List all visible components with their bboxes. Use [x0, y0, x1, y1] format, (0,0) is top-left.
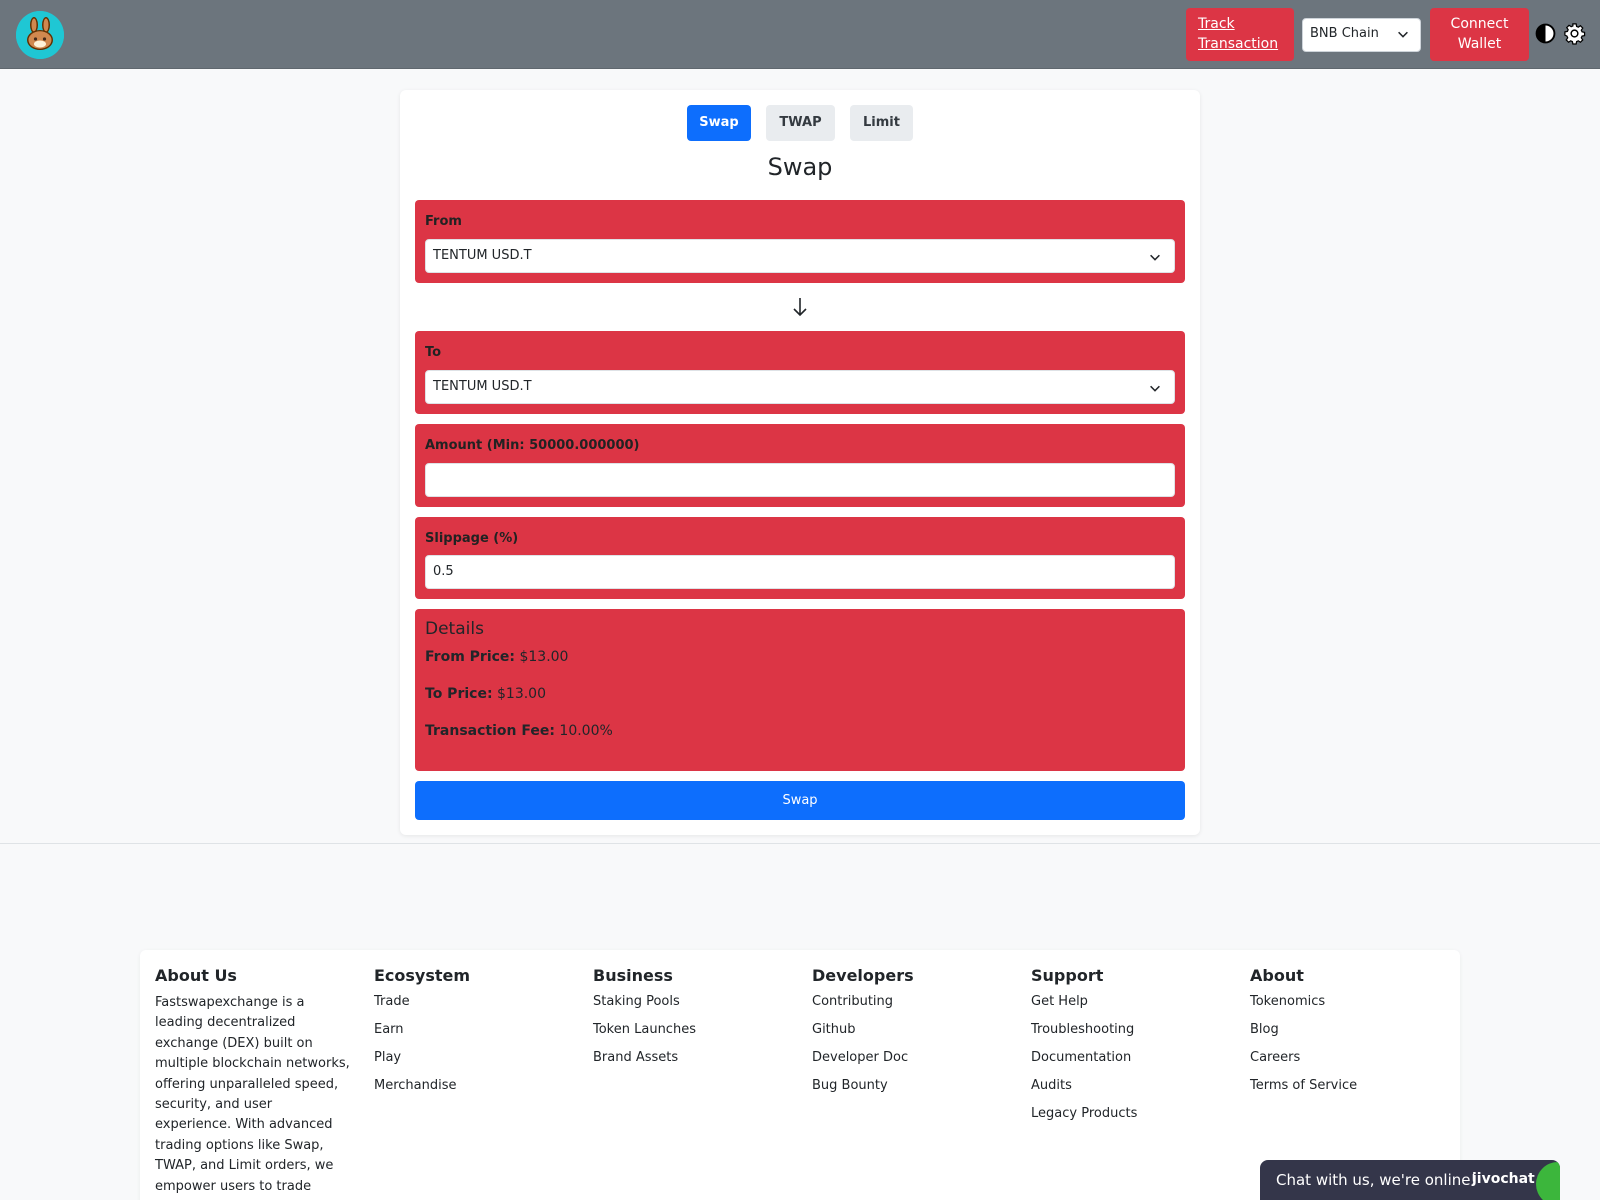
footer-support: Support Get Help Troubleshooting Documen…: [1031, 966, 1137, 1133]
footer-business-title: Business: [593, 966, 673, 985]
bunny-logo-icon[interactable]: [16, 11, 64, 59]
footer-link-github[interactable]: Github: [812, 1021, 914, 1049]
tab-limit[interactable]: Limit: [850, 105, 913, 141]
amount-panel: Amount (Min: 50000.000000): [415, 424, 1185, 507]
page-title: Swap: [767, 153, 833, 181]
footer-link-staking-pools[interactable]: Staking Pools: [593, 993, 696, 1021]
from-label: From: [425, 214, 462, 229]
details-title: Details: [425, 619, 484, 639]
to-token-select[interactable]: TENTUM USD.T: [425, 370, 1175, 404]
track-transaction-line-1: Track: [1198, 16, 1235, 32]
swap-card: Swap TWAP Limit Swap From TENTUM USD.T T…: [400, 90, 1200, 835]
fee-value: 10.00%: [559, 723, 613, 739]
swap-submit-button[interactable]: Swap: [415, 781, 1185, 820]
fee-row: Transaction Fee: 10.00%: [425, 723, 613, 739]
chain-select[interactable]: BNB Chain: [1302, 18, 1421, 52]
footer-link-troubleshooting[interactable]: Troubleshooting: [1031, 1021, 1137, 1049]
to-price-row: To Price: $13.00: [425, 686, 546, 702]
footer-business: Business Staking Pools Token Launches Br…: [593, 966, 696, 1077]
footer-link-token-launches[interactable]: Token Launches: [593, 1021, 696, 1049]
footer-link-blog[interactable]: Blog: [1250, 1021, 1357, 1049]
from-token-value: TENTUM USD.T: [433, 248, 532, 263]
to-token-value: TENTUM USD.T: [433, 379, 532, 394]
footer-about: About Tokenomics Blog Careers Terms of S…: [1250, 966, 1357, 1105]
section-divider: [0, 843, 1600, 844]
from-price-value: $13.00: [519, 649, 569, 665]
chevron-down-icon: [1150, 385, 1160, 392]
footer-link-earn[interactable]: Earn: [374, 1021, 470, 1049]
top-navbar: Track Transaction BNB Chain Connect Wall…: [0, 0, 1600, 69]
details-panel: Details From Price: $13.00 To Price: $13…: [415, 609, 1185, 771]
footer-link-merchandise[interactable]: Merchandise: [374, 1077, 470, 1105]
footer-link-contributing[interactable]: Contributing: [812, 993, 914, 1021]
to-price-value: $13.00: [497, 686, 546, 702]
chat-widget[interactable]: Chat with us, we're online! jivochat: [1260, 1160, 1560, 1200]
footer-link-audits[interactable]: Audits: [1031, 1077, 1137, 1105]
footer-about-us-title: About Us: [155, 966, 237, 985]
footer-support-title: Support: [1031, 966, 1104, 985]
theme-toggle-icon[interactable]: [1535, 23, 1556, 44]
from-token-select[interactable]: TENTUM USD.T: [425, 239, 1175, 273]
tab-swap[interactable]: Swap: [687, 105, 751, 141]
chat-status-icon: [1536, 1162, 1560, 1200]
footer-link-developer-doc[interactable]: Developer Doc: [812, 1049, 914, 1077]
fee-label: Transaction Fee:: [425, 723, 555, 739]
footer-link-documentation[interactable]: Documentation: [1031, 1049, 1137, 1077]
footer-developers: Developers Contributing Github Developer…: [812, 966, 914, 1105]
connect-wallet-line-1: Connect: [1450, 16, 1509, 32]
footer-link-get-help[interactable]: Get Help: [1031, 993, 1137, 1021]
amount-label: Amount (Min: 50000.000000): [425, 438, 640, 453]
footer-about-title: About: [1250, 966, 1304, 985]
footer-about-us: About Us Fastswapexchange is a leading d…: [155, 966, 351, 1200]
tab-twap[interactable]: TWAP: [766, 105, 835, 141]
track-transaction-line-2: Transaction: [1198, 36, 1279, 52]
slippage-panel: Slippage (%) 0.5: [415, 517, 1185, 599]
from-price-row: From Price: $13.00: [425, 649, 568, 665]
footer-link-play[interactable]: Play: [374, 1049, 470, 1077]
amount-input[interactable]: [425, 463, 1175, 497]
chevron-down-icon: [1150, 254, 1160, 261]
footer-about-us-text: Fastswapexchange is a leading decentrali…: [155, 995, 350, 1200]
to-price-label: To Price:: [425, 686, 493, 702]
footer-developers-title: Developers: [812, 966, 914, 985]
gear-icon[interactable]: [1563, 22, 1586, 45]
connect-wallet-button[interactable]: Connect Wallet: [1430, 8, 1529, 61]
slippage-label: Slippage (%): [425, 531, 519, 546]
from-panel: From TENTUM USD.T: [415, 200, 1185, 283]
footer-ecosystem-title: Ecosystem: [374, 966, 471, 985]
arrow-down-icon[interactable]: [791, 296, 809, 318]
footer-link-bug-bounty[interactable]: Bug Bounty: [812, 1077, 914, 1105]
footer-link-legacy-products[interactable]: Legacy Products: [1031, 1105, 1137, 1133]
chevron-down-icon: [1398, 31, 1408, 38]
footer-link-brand-assets[interactable]: Brand Assets: [593, 1049, 696, 1077]
chat-widget-brand: jivochat: [1472, 1171, 1535, 1187]
chain-selected-value: BNB Chain: [1310, 26, 1379, 41]
footer-ecosystem: Ecosystem Trade Earn Play Merchandise: [374, 966, 470, 1105]
footer-link-terms-of-service[interactable]: Terms of Service: [1250, 1077, 1357, 1105]
footer-link-tokenomics[interactable]: Tokenomics: [1250, 993, 1357, 1021]
chat-widget-text: Chat with us, we're online!: [1276, 1171, 1477, 1189]
to-label: To: [425, 345, 442, 360]
to-panel: To TENTUM USD.T: [415, 331, 1185, 414]
track-transaction-button[interactable]: Track Transaction: [1186, 8, 1294, 61]
from-price-label: From Price:: [425, 649, 516, 665]
footer-link-trade[interactable]: Trade: [374, 993, 470, 1021]
footer-link-careers[interactable]: Careers: [1250, 1049, 1357, 1077]
slippage-input[interactable]: 0.5: [425, 555, 1175, 589]
connect-wallet-line-2: Wallet: [1457, 36, 1502, 52]
